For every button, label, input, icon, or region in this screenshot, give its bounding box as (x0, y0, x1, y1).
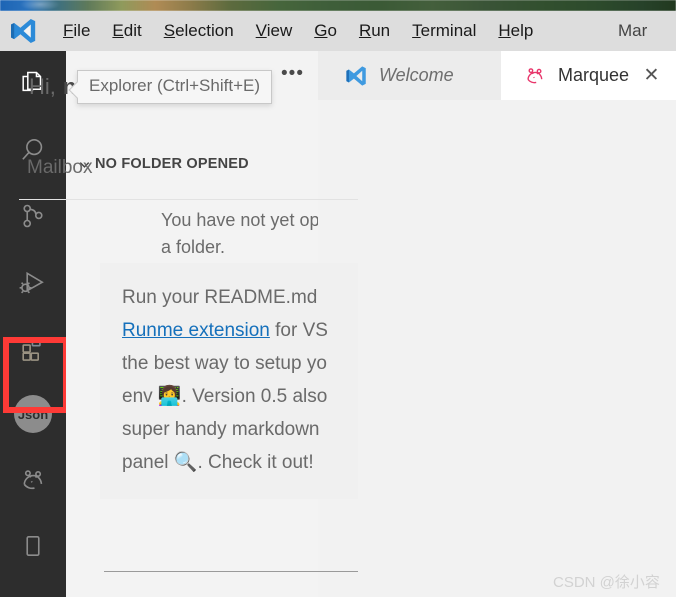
menu-item-terminal[interactable]: Terminal (401, 11, 487, 51)
menu-item-edit[interactable]: Edit (101, 11, 152, 51)
vscode-window: File Edit Selection View Go Run Terminal… (0, 0, 676, 597)
marquee-icon (523, 64, 547, 88)
activitybar-item-marquee[interactable] (0, 447, 66, 513)
activitybar-item-json[interactable]: Json (0, 381, 66, 447)
tab-label: Welcome (379, 65, 454, 85)
menu-bar: File Edit Selection View Go Run Terminal… (0, 11, 676, 51)
menu-mnemonic: H (498, 21, 511, 40)
activitybar-item-run-and-debug[interactable] (0, 249, 66, 315)
magnifier-emoji: 🔍 (173, 452, 198, 473)
readme-line-4: env 👩‍💻. Version 0.5 also (100, 380, 358, 413)
activitybar-item-panel[interactable] (0, 513, 66, 579)
editor-region: Welcome Marquee ✕ (318, 51, 676, 597)
rectangle-icon (18, 531, 48, 561)
menu-rest: iew (266, 21, 293, 40)
no-folder-section-header[interactable]: NO FOLDER OPENED (66, 156, 318, 172)
desktop-wallpaper-strip (0, 0, 676, 11)
menu-mnemonic: G (314, 21, 328, 40)
sidebar-overflow-menu[interactable]: ••• (281, 64, 304, 83)
tab-welcome[interactable]: Welcome (318, 51, 501, 100)
menu-items: File Edit Selection View Go Run Terminal… (52, 11, 544, 51)
run-debug-icon (18, 267, 48, 297)
csdn-watermark: CSDN @徐小容 (553, 574, 660, 591)
readme-line-5: super handy markdown (122, 419, 320, 440)
vscode-logo-icon (8, 16, 38, 46)
marquee-icon (18, 465, 48, 495)
tab-marquee[interactable]: Marquee ✕ (501, 51, 676, 100)
source-control-icon (18, 201, 48, 231)
menu-item-run[interactable]: Run (348, 11, 401, 51)
editor-tab-bar: Welcome Marquee ✕ (318, 51, 676, 100)
menu-rest: elp (510, 21, 534, 40)
mailbox-section-title: Mailbox (27, 157, 93, 178)
readme-line-2-rest: for VS (269, 320, 328, 341)
runme-extension-link[interactable]: Runme extension (122, 320, 270, 341)
vscode-logo-icon (344, 64, 368, 88)
close-icon[interactable]: ✕ (641, 65, 662, 86)
tab-label: Marquee (558, 65, 630, 85)
menu-item-view[interactable]: View (245, 11, 304, 51)
greeting-prefix: Hi, (29, 74, 56, 99)
menu-mnemonic: E (112, 21, 124, 40)
menu-rest: un (371, 21, 391, 40)
readme-card: Run your README.md Runme extension for V… (100, 263, 358, 499)
readme-line-6: panel 🔍. Check it out! (100, 446, 358, 479)
menu-item-help[interactable]: Help (487, 11, 544, 51)
menu-rest: o (327, 21, 337, 40)
activitybar-item-extensions[interactable] (0, 315, 66, 381)
menu-mnemonic: T (412, 21, 421, 40)
activity-bar: Json (0, 51, 66, 597)
menu-mnemonic: S (163, 21, 176, 40)
explorer-tooltip: Explorer (Ctrl+Shift+E) (77, 70, 272, 104)
menu-mnemonic: F (63, 21, 74, 40)
readme-line-2: Runme extension for VS (100, 314, 358, 347)
readme-line-3: the best way to setup yo (122, 353, 327, 374)
readme-card-divider (104, 571, 358, 572)
marquee-editor-body (318, 100, 676, 597)
readme-line-4-post: . Version 0.5 also (181, 386, 328, 407)
activitybar-item-source-control[interactable] (0, 183, 66, 249)
menu-item-file[interactable]: File (52, 11, 101, 51)
extensions-icon (18, 333, 48, 363)
section-label: NO FOLDER OPENED (95, 156, 249, 172)
readme-line-1: Run your README.md (122, 287, 318, 308)
readme-line-6-post: . Check it out! (197, 452, 314, 473)
readme-line-6-pre: panel (122, 452, 174, 473)
mailbox-divider (19, 199, 358, 200)
window-title: Mar (618, 21, 648, 40)
menu-rest: election (175, 21, 234, 40)
menu-item-go[interactable]: Go (303, 11, 348, 51)
menu-mnemonic: V (255, 21, 267, 40)
menu-mnemonic: R (358, 21, 372, 40)
menu-item-selection[interactable]: Selection (153, 11, 245, 51)
menu-rest: erminal (420, 21, 477, 40)
json-avatar-icon: Json (14, 395, 52, 433)
menu-rest: ile (73, 21, 91, 40)
woman-technologist-emoji: 👩‍💻 (157, 386, 182, 407)
menu-rest: dit (123, 21, 142, 40)
readme-line-4-pre: env (122, 386, 158, 407)
